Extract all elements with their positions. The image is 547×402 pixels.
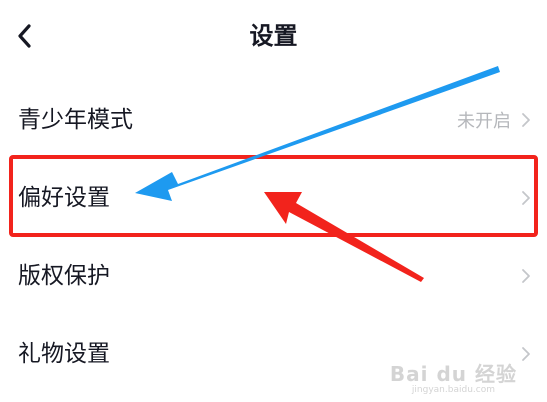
settings-item-right <box>521 315 531 393</box>
settings-item-right <box>521 237 531 315</box>
chevron-right-icon <box>521 112 531 128</box>
settings-item-label: 礼物设置 <box>18 341 110 367</box>
settings-item-label: 青少年模式 <box>18 107 133 133</box>
chevron-right-icon <box>521 268 531 284</box>
nav-bar: 设置 <box>0 0 547 76</box>
settings-list: 青少年模式 未开启 偏好设置 版权保护 礼物设置 <box>0 81 547 393</box>
settings-item-gift[interactable]: 礼物设置 <box>0 315 547 393</box>
chevron-right-icon <box>521 190 531 206</box>
settings-item-right: 未开启 <box>457 81 531 159</box>
settings-item-label: 偏好设置 <box>18 185 110 211</box>
settings-item-copyright[interactable]: 版权保护 <box>0 237 547 315</box>
teen-mode-status: 未开启 <box>457 111 511 132</box>
settings-item-preferences[interactable]: 偏好设置 <box>0 159 547 237</box>
settings-item-teen-mode[interactable]: 青少年模式 未开启 <box>0 81 547 159</box>
settings-screen: 设置 青少年模式 未开启 偏好设置 版权保护 礼物设置 Bai du 经验 ji… <box>0 0 547 402</box>
chevron-right-icon <box>521 346 531 362</box>
page-title: 设置 <box>249 22 298 50</box>
settings-item-label: 版权保护 <box>18 263 110 289</box>
settings-item-right <box>521 159 531 237</box>
